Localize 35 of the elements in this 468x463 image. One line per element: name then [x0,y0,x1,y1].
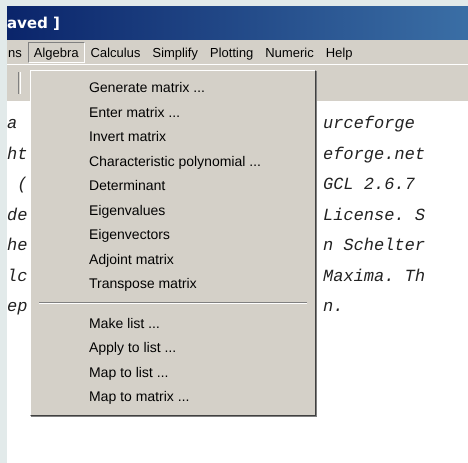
menu-item[interactable]: Enter matrix ... [31,100,315,124]
menu-item[interactable]: Invert matrix [31,124,315,148]
console-text: Maxima. Th [323,268,426,288]
menu-bar-item[interactable]: ns [7,42,28,62]
menu-item[interactable]: Determinant [31,173,315,198]
menu-item[interactable]: Apply to list ... [31,335,315,360]
menu-item[interactable]: Eigenvalues [31,198,315,222]
console-text: lc [7,268,28,288]
console-text: n Schelter [323,237,426,258]
console-text: de [7,206,28,228]
menu-bar-item[interactable]: Help [320,42,358,62]
menu-item[interactable]: Map to matrix ... [31,384,315,408]
console-text: eforge.net [323,146,426,166]
window-title: aved ] [7,14,60,32]
menu-item[interactable]: Characteristic polynomial ... [31,148,315,173]
menu-item[interactable]: Make list ... [31,310,315,335]
menu-item[interactable]: Transpose matrix [31,271,315,296]
console-text: ep [7,298,28,319]
console-text: n. [323,298,344,319]
console-text: he [7,237,28,258]
console-text: ht [7,146,28,166]
menu-bar-item[interactable]: Numeric [259,42,320,62]
menu-bar-item[interactable]: Calculus [84,42,146,62]
menu-item[interactable]: Map to list ... [31,360,315,384]
console-text: License. S [323,206,426,228]
console-text: urceforge [323,115,416,136]
menu-bar-item[interactable]: Algebra [28,42,85,62]
console-text: a [7,115,18,136]
menu-item[interactable]: Adjoint matrix [31,246,315,271]
menu-item[interactable]: Eigenvectors [31,222,315,246]
menu-bar-item[interactable]: Simplify [146,42,204,62]
console-text: ( [16,176,28,197]
console-text: GCL 2.6.7 [323,176,416,197]
menu-item[interactable]: Generate matrix ... [31,75,315,100]
menu-bar-item[interactable]: Plotting [204,42,260,62]
